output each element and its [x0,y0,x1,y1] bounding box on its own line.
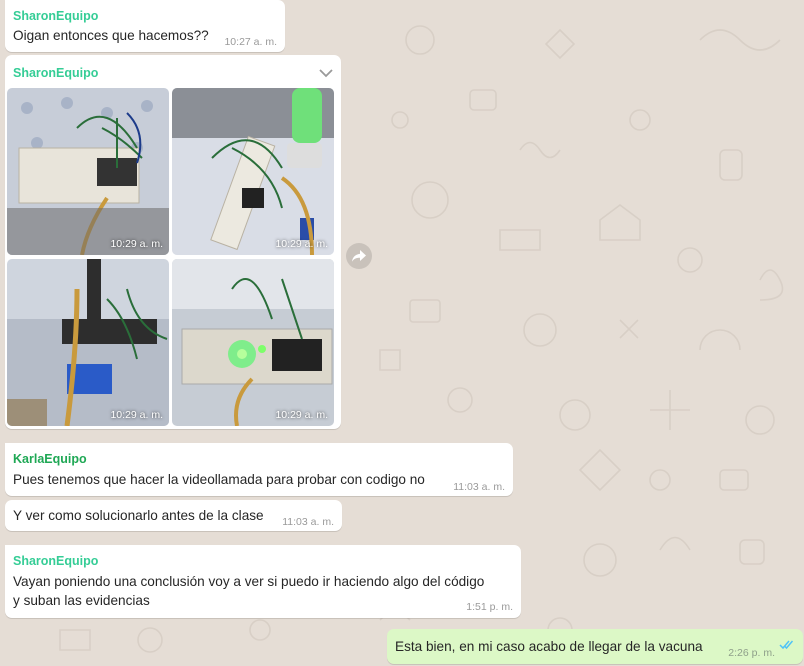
message-text: Pues tenemos que hacer la videollamada p… [13,472,425,487]
sender-name[interactable]: SharonEquipo [13,554,98,568]
album-photo[interactable]: 10:29 a. m. [172,259,334,426]
message-time: 11:03 a. m. [453,481,505,493]
message-bubble[interactable]: SharonEquipo Oigan entonces que hacemos?… [5,0,285,52]
message-text-line: Vayan poniendo una conclusión voy a ver … [13,574,485,589]
message-bubble[interactable]: SharonEquipo Vayan poniendo una conclusi… [5,545,521,618]
sender-name[interactable]: SharonEquipo [13,9,98,23]
album-photo[interactable]: 10:29 a. m. [172,88,334,255]
photo-time: 10:29 a. m. [275,409,328,421]
relay-photo [7,259,169,426]
message-text: Esta bien, en mi caso acabo de llegar de… [395,639,703,654]
message-bubble[interactable]: Y ver como solucionarlo antes de la clas… [5,500,342,531]
forward-button[interactable] [346,243,372,269]
message-time: 1:51 p. m. [466,601,513,613]
photo-time: 10:29 a. m. [110,238,163,250]
album-photo[interactable]: 10:29 a. m. [7,259,169,426]
photo-album-bubble[interactable]: SharonEquipo 10:29 a. m. 10:29 a. m. 10:… [5,55,341,429]
message-text: Y ver como solucionarlo antes de la clas… [13,508,264,523]
green-led-photo [172,259,334,426]
sender-name[interactable]: KarlaEquipo [13,452,87,466]
chevron-down-icon[interactable] [319,65,333,83]
message-time: 11:03 a. m. [282,516,334,528]
forward-icon [352,250,366,262]
double-check-read-icon [779,637,795,655]
message-time: 2:26 p. m. [728,647,775,659]
outgoing-message-bubble[interactable]: Esta bien, en mi caso acabo de llegar de… [387,629,803,664]
album-photo[interactable]: 10:29 a. m. [7,88,169,255]
photo-time: 10:29 a. m. [275,238,328,250]
breadboard-photo [172,88,334,255]
message-time: 10:27 a. m. [224,36,277,48]
sender-name[interactable]: SharonEquipo [13,66,98,80]
message-text-line: y suban las evidencias [13,593,150,608]
message-bubble[interactable]: KarlaEquipo Pues tenemos que hacer la vi… [5,443,513,496]
breadboard-photo [7,88,169,255]
message-text: Oigan entonces que hacemos?? [13,28,209,43]
photo-time: 10:29 a. m. [110,409,163,421]
